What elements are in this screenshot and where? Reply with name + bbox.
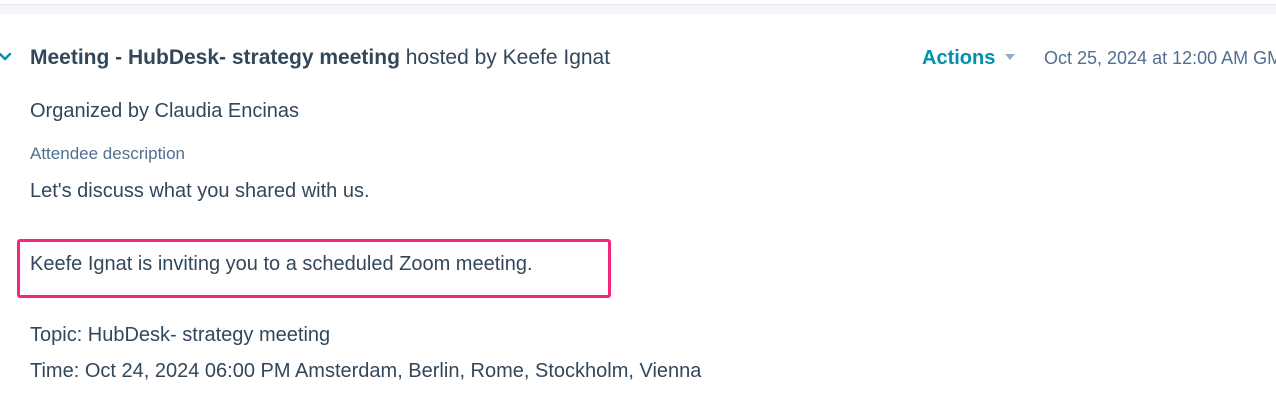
top-divider <box>0 0 1276 15</box>
actions-dropdown[interactable]: Actions <box>922 44 1016 72</box>
caret-down-icon <box>1005 53 1016 60</box>
meeting-time: Time: Oct 24, 2024 06:00 PM Amsterdam, B… <box>30 360 702 382</box>
chevron-down-icon[interactable] <box>0 50 12 64</box>
actions-label: Actions <box>922 47 996 69</box>
organized-by: Organized by Claudia Encinas <box>30 100 300 122</box>
invite-text: Keefe Ignat is inviting you to a schedul… <box>30 253 533 275</box>
hosted-by-text: hosted by Keefe Ignat <box>399 46 611 69</box>
meeting-topic: Topic: HubDesk- strategy meeting <box>30 324 331 346</box>
meeting-timestamp: Oct 25, 2024 at 12:00 AM GMT <box>1044 48 1276 68</box>
meeting-title-row: Meeting - HubDesk- strategy meeting host… <box>30 44 610 72</box>
attendee-description-label: Attendee description <box>30 144 185 163</box>
meeting-activity-card: Meeting - HubDesk- strategy meeting host… <box>0 14 1276 404</box>
meeting-title: Meeting - HubDesk- strategy meeting <box>30 46 400 69</box>
description-text: Let's discuss what you shared with us. <box>30 180 370 202</box>
